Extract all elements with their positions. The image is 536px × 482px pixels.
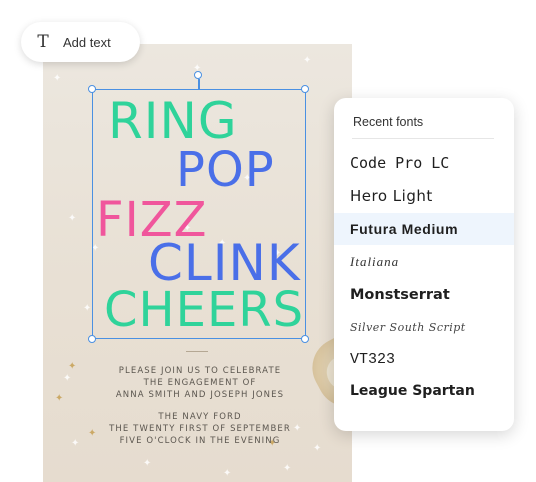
resize-handle-bottom-right[interactable]	[301, 335, 309, 343]
recent-fonts-panel: Recent fonts Code Pro LC Hero Light Futu…	[334, 98, 514, 431]
sparkle-decoration: ✦	[83, 303, 92, 314]
sparkle-decoration: ✦	[303, 55, 312, 66]
add-text-button[interactable]: T Add text	[21, 22, 140, 62]
font-option-hero-light[interactable]: Hero Light	[334, 180, 514, 212]
invitation-line: ANNA SMITH AND JOSEPH JONES	[115, 390, 285, 400]
invitation-line: THE NAVY FORD	[158, 412, 242, 422]
add-text-label: Add text	[63, 34, 111, 50]
font-option-monstserrat[interactable]: Monstserrat	[334, 279, 514, 311]
sparkle-decoration: ✦	[68, 213, 77, 224]
invitation-line: THE TWENTY FIRST OF SEPTEMBER	[109, 424, 291, 434]
invitation-line: PLEASE JOIN US TO CELEBRATE	[118, 366, 282, 376]
font-option-vt323[interactable]: VT323	[334, 343, 514, 375]
sparkle-decoration: ✦	[143, 458, 152, 469]
text-t-icon: T	[37, 32, 49, 52]
invitation-line: THE ENGAGEMENT OF	[143, 378, 257, 388]
rotate-handle[interactable]	[194, 71, 202, 79]
rotate-handle-stem	[198, 79, 200, 90]
font-option-silver-south-script[interactable]: Silver South Script	[334, 311, 514, 343]
sparkle-decoration: ✦	[53, 73, 62, 84]
divider-line	[186, 351, 208, 352]
font-option-code-pro-lc[interactable]: Code Pro LC	[334, 147, 514, 179]
font-option-futura-medium[interactable]: Futura Medium	[334, 213, 514, 245]
recent-fonts-title: Recent fonts	[353, 115, 424, 129]
font-option-league-spartan[interactable]: League Spartan	[334, 375, 514, 407]
invitation-line: FIVE O'CLOCK IN THE EVENING	[119, 436, 281, 446]
sparkle-decoration: ✦	[283, 463, 292, 474]
resize-handle-top-left[interactable]	[88, 85, 96, 93]
resize-handle-bottom-left[interactable]	[88, 335, 96, 343]
sparkle-decoration: ✦	[223, 468, 232, 479]
panel-divider	[352, 138, 494, 139]
resize-handle-top-right[interactable]	[301, 85, 309, 93]
font-option-italiana[interactable]: Italiana	[334, 246, 514, 278]
text-selection-box[interactable]	[92, 89, 306, 339]
